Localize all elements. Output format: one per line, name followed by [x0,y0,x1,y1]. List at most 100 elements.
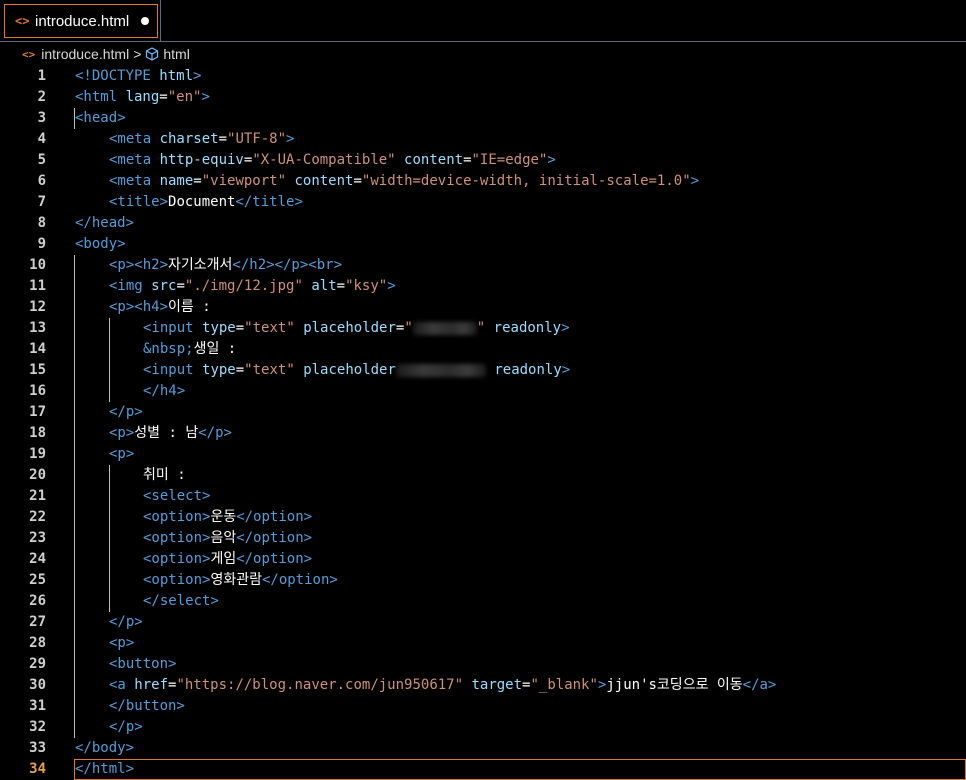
code-text: <option>영화관람</option> [143,570,338,591]
code-line[interactable]: 16 </h4> [0,381,966,402]
code-token: <meta [109,173,160,189]
code-line[interactable]: 20 취미 : [0,465,966,486]
code-text: <p> [109,444,134,465]
code-token: </button> [109,698,185,714]
code-token: </option> [261,572,338,588]
code-token: 성별 : 남 [134,425,199,441]
code-line[interactable]: 12 <p><h4>이름 : [0,297,966,318]
code-line[interactable]: 23 <option>음악</option> [0,528,966,549]
line-number: 3 [37,110,46,126]
line-number: 12 [29,299,46,315]
breadcrumb-file[interactable]: introduce.html [41,46,129,62]
code-token: 생일 : [193,341,237,357]
code-line[interactable]: 26 </select> [0,591,966,612]
code-text: 취미 : [143,465,186,486]
code-line[interactable]: 9 <body> [0,234,966,255]
code-token: target [471,677,523,693]
code-line[interactable]: 14 &nbsp;생일 : [0,339,966,360]
code-line[interactable]: 4 <meta charset="UTF-8"> [0,129,966,150]
code-text: <option>게임</option> [143,549,312,570]
code-text: <select> [143,486,210,507]
code-text: </p> [109,402,143,423]
line-number: 26 [29,593,46,609]
code-token: = [235,362,245,378]
line-number: 5 [37,152,46,168]
code-text: <meta name="viewport" content="width=dev… [109,171,699,192]
code-token: = [159,89,168,105]
code-token: content [404,152,464,168]
code-token: <option> [143,572,211,588]
code-line[interactable]: 11 <img src="./img/12.jpg" alt="ksy"> [0,276,966,297]
code-line[interactable]: 10 <p><h2>자기소개서</h2></p><br> [0,255,966,276]
code-line[interactable]: 13 <input type="text" placeholder=" " read… [0,318,966,339]
line-number: 19 [29,446,46,462]
code-line[interactable]: 1 <!DOCTYPE html> [0,66,966,87]
code-token: 자기소개서 [168,257,233,273]
code-line[interactable]: 8 </head> [0,213,966,234]
code-line[interactable]: 17 </p> [0,402,966,423]
redacted-value [412,321,477,335]
code-text: <title>Document</title> [109,192,303,213]
code-line[interactable]: 32 </p> [0,717,966,738]
tab-introduce-html[interactable]: <> introduce.html [4,4,158,38]
code-line[interactable]: 27 </p> [0,612,966,633]
code-token: " [404,320,413,336]
code-text: <p><h2>자기소개서</h2></p><br> [109,255,342,276]
line-number: 9 [37,236,46,252]
line-number: 18 [29,425,46,441]
code-token: type [202,362,236,378]
code-token: " [476,320,486,336]
code-text: <option>운동</option> [143,507,312,528]
code-token: </p> [109,719,143,735]
code-text: </head> [75,213,134,234]
code-line[interactable]: 28 <p> [0,633,966,654]
line-number: 23 [29,530,46,546]
code-token: </option> [236,509,313,525]
code-token: </h4> [143,383,186,399]
line-number: 16 [29,383,46,399]
line-number: 17 [29,404,46,420]
code-line[interactable]: 25 <option>영화관람</option> [0,570,966,591]
code-line[interactable]: 22 <option>운동</option> [0,507,966,528]
line-number: 25 [29,572,46,588]
code-text: <body> [75,234,126,255]
code-token: = [193,173,202,189]
breadcrumb-symbol[interactable]: html [163,46,189,62]
line-number: 2 [37,89,46,105]
line-number: 8 [37,215,46,231]
code-token: "_blank" [530,677,598,693]
code-line[interactable]: 3 <head> [0,108,966,129]
code-token: </p> [109,614,143,630]
code-token: <select> [143,488,211,504]
code-token: </option> [236,551,313,567]
code-line[interactable]: 31 </button> [0,696,966,717]
code-token: = [176,278,185,294]
code-line[interactable]: 30 <a href="https://blog.naver.com/jun950… [0,675,966,696]
code-line[interactable]: 24 <option>게임</option> [0,549,966,570]
code-line[interactable]: 29 <button> [0,654,966,675]
code-text: <input type="text" placeholder readonly> [143,360,570,381]
unsaved-dot-icon[interactable] [141,17,149,25]
line-number: 21 [29,488,46,504]
code-token: <p><h4> [109,299,169,315]
code-line[interactable]: 19 <p> [0,444,966,465]
code-line[interactable]: 6 <meta name="viewport" content="width=de… [0,171,966,192]
code-token: alt [311,278,337,294]
code-line[interactable]: 15 <input type="text" placeholder readonl… [0,360,966,381]
code-line[interactable]: 33 </body> [0,738,966,759]
code-token: content [294,173,354,189]
code-token: = [336,278,346,294]
code-editor[interactable]: 1 <!DOCTYPE html> 2 <html lang="en"> 3 <head>… [0,66,966,780]
code-token: <button> [109,656,177,672]
code-line[interactable]: 2 <html lang="en"> [0,87,966,108]
code-token: "X-UA-Compatible" [252,152,396,168]
code-line[interactable]: 7 <title>Document</title> [0,192,966,213]
code-token: "text" [244,362,295,378]
code-line[interactable]: 21 <select> [0,486,966,507]
code-line[interactable]: 5 <meta http-equiv = "X-UA-Compatible" cont… [0,150,966,171]
code-token: "width=device-width, initial-scale=1.0" [361,173,691,189]
code-line[interactable]: 18 <p>성별 : 남</p> [0,423,966,444]
code-token: 음악 [210,530,237,546]
code-token: <option> [143,530,211,546]
